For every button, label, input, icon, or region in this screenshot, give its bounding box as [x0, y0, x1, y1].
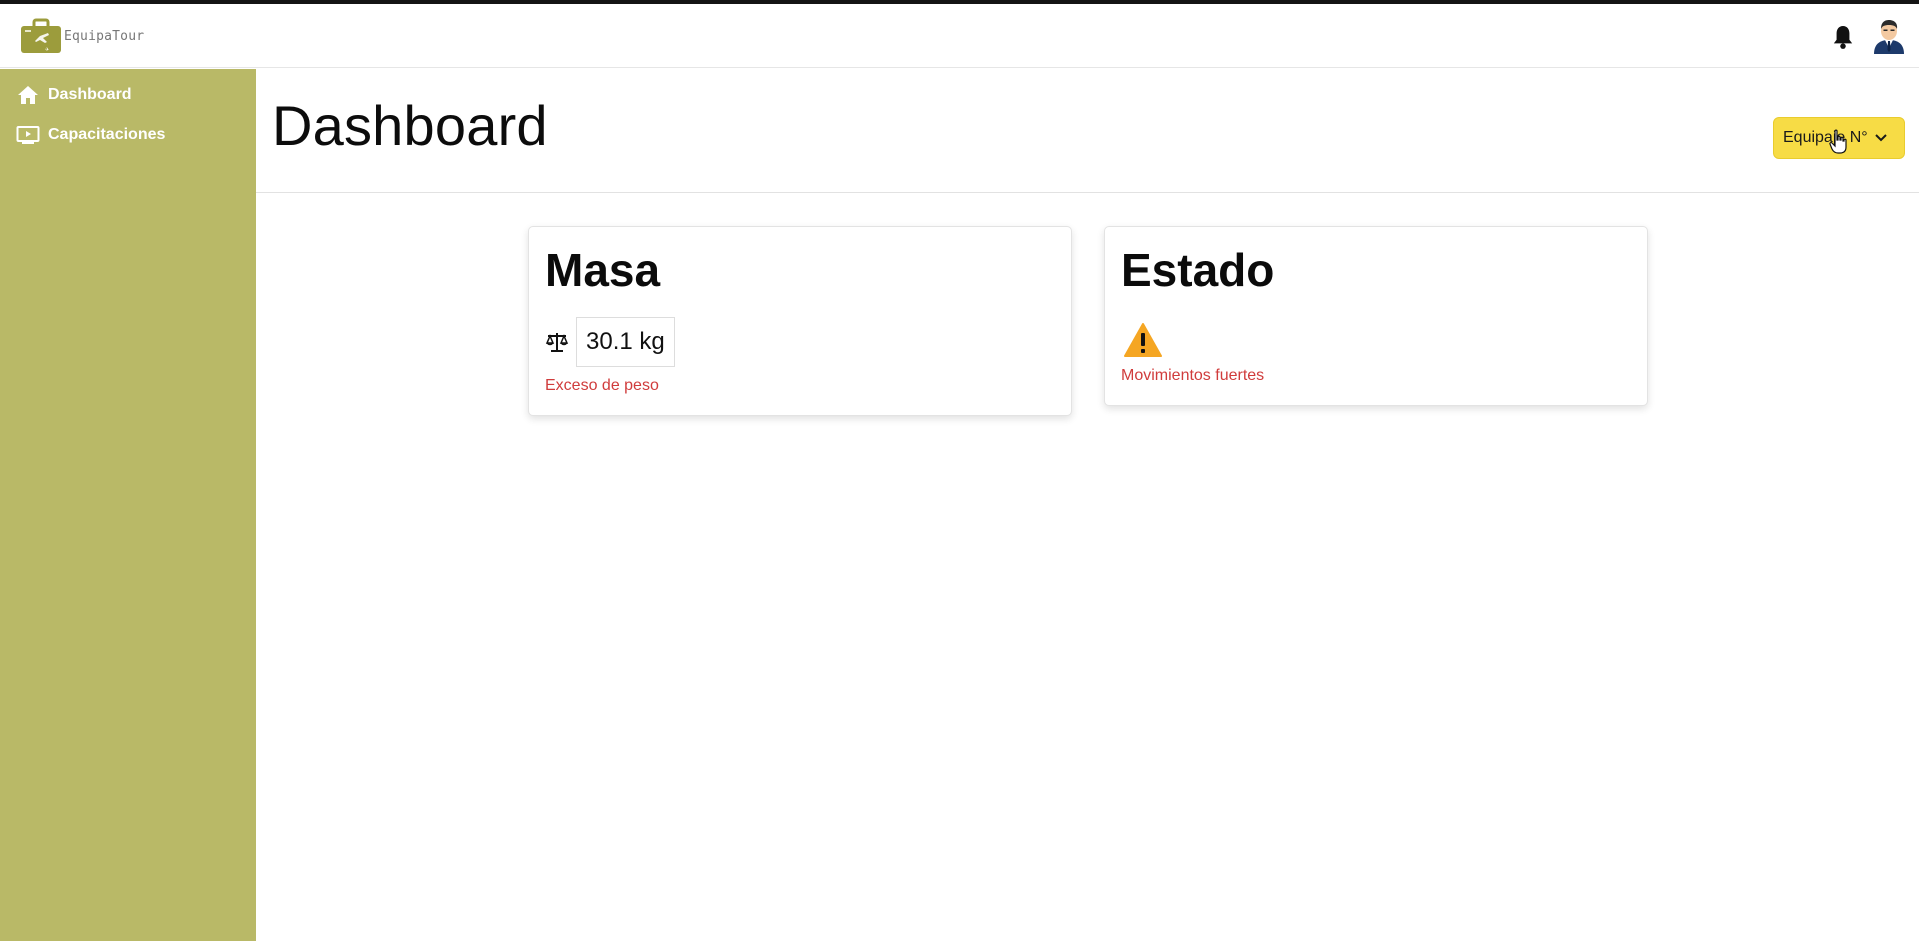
home-icon [16, 83, 40, 107]
chevron-down-icon [1874, 134, 1887, 142]
main-content: Dashboard Equipaje N° Masa 30.1 kg Exces… [256, 69, 1919, 941]
bell-icon[interactable] [1832, 24, 1854, 50]
masa-card: Masa 30.1 kg Exceso de peso [528, 226, 1072, 416]
estado-card: Estado Movimientos fuertes [1104, 226, 1648, 406]
suitcase-logo-icon: ✈ [21, 18, 61, 53]
brand-name: EquipaTour [64, 28, 145, 44]
sidebar-item-dashboard[interactable]: Dashboard [16, 81, 132, 109]
svg-text:✈: ✈ [45, 47, 49, 53]
hand-cursor-icon [1829, 129, 1847, 154]
top-header: ✈ EquipaTour [0, 4, 1919, 68]
scale-icon [545, 333, 569, 352]
masa-value-row: 30.1 kg [545, 317, 675, 367]
page-header: Dashboard Equipaje N° [256, 69, 1919, 193]
user-avatar-icon[interactable] [1872, 18, 1906, 54]
masa-value: 30.1 kg [576, 317, 675, 367]
warning-icon [1124, 323, 1162, 357]
card-title: Estado [1121, 244, 1275, 296]
sidebar: Dashboard Capacitaciones [0, 69, 256, 941]
brand-logo[interactable]: ✈ EquipaTour [20, 18, 144, 54]
sidebar-item-label: Capacitaciones [48, 126, 166, 143]
sidebar-item-capacitaciones[interactable]: Capacitaciones [16, 121, 165, 149]
page-title: Dashboard [272, 94, 548, 157]
sidebar-item-label: Dashboard [48, 86, 132, 103]
card-title: Masa [545, 244, 661, 296]
estado-alert-text: Movimientos fuertes [1121, 367, 1265, 384]
video-icon [16, 123, 40, 147]
masa-alert-text: Exceso de peso [545, 377, 659, 394]
dropdown-label: Equipaje N° [1783, 129, 1868, 146]
